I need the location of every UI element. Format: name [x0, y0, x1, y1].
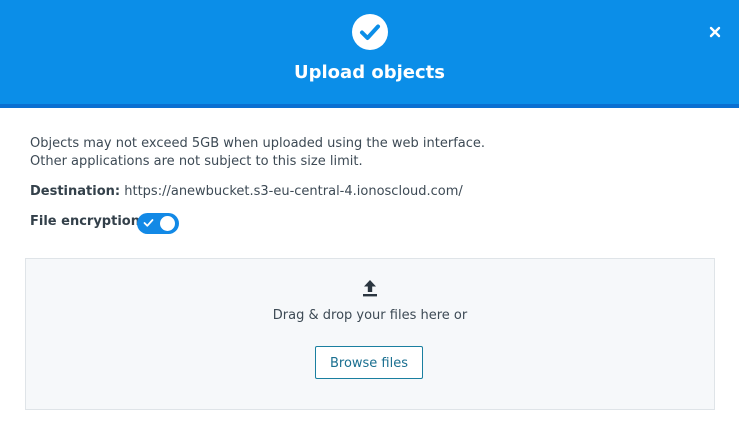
dialog-header: Upload objects	[0, 0, 739, 108]
check-circle-icon	[352, 14, 388, 50]
toggle-knob	[160, 216, 175, 231]
file-dropzone[interactable]: Drag & drop your files here or Browse fi…	[25, 258, 715, 410]
upload-objects-dialog: Upload objects Objects may not exceed 5G…	[0, 0, 739, 435]
size-limit-text: Objects may not exceed 5GB when uploaded…	[30, 136, 486, 151]
close-icon[interactable]	[704, 21, 726, 43]
drop-instruction: Drag & drop your files here or	[272, 308, 468, 323]
file-encryption-label: File encryption:	[30, 214, 146, 229]
destination-url: https://anewbucket.s3-eu-central-4.ionos…	[124, 184, 463, 199]
destination-row: Destination: https://anewbucket.s3-eu-ce…	[30, 183, 463, 201]
dialog-title: Upload objects	[294, 62, 445, 83]
other-apps-text: Other applications are not subject to th…	[30, 154, 363, 169]
check-icon	[143, 219, 154, 227]
file-encryption-toggle[interactable]	[137, 213, 179, 234]
close-button[interactable]	[704, 21, 726, 43]
browse-files-button[interactable]: Browse files	[315, 346, 423, 379]
destination-label: Destination:	[30, 184, 121, 199]
upload-icon	[363, 280, 377, 297]
